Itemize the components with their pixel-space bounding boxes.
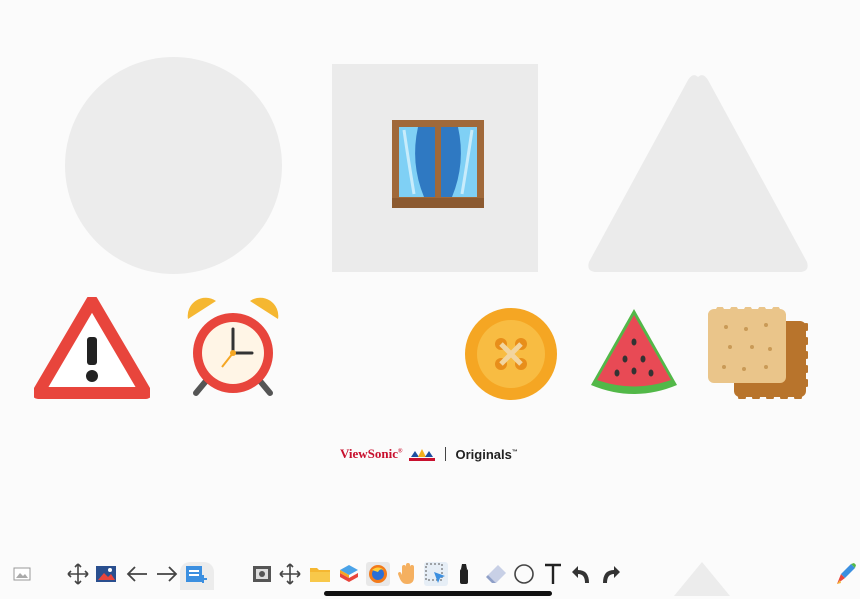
folder-icon[interactable] — [308, 562, 332, 586]
eraser-icon[interactable] — [484, 562, 508, 586]
circle-target-shape[interactable] — [65, 57, 282, 274]
watermelon-icon[interactable] — [589, 307, 679, 397]
home-indicator[interactable] — [324, 591, 552, 596]
background-icon[interactable] — [94, 562, 118, 586]
alarm-clock-icon[interactable] — [182, 297, 284, 399]
arrow-left-icon[interactable] — [125, 562, 149, 586]
pen-colors-icon[interactable] — [834, 562, 858, 586]
birds-logo-icon — [408, 449, 435, 461]
pan-icon[interactable] — [278, 562, 302, 586]
marker-icon[interactable] — [452, 562, 476, 586]
image-icon[interactable] — [10, 562, 34, 586]
text-icon[interactable] — [541, 562, 565, 586]
undo-icon[interactable] — [570, 562, 594, 586]
warning-sign-icon[interactable] — [34, 297, 150, 400]
triangle-target-shape[interactable] — [585, 72, 811, 272]
move-icon[interactable] — [66, 562, 90, 586]
button-icon[interactable] — [463, 306, 559, 402]
select-icon[interactable] — [424, 562, 448, 586]
cloud-apps-icon[interactable] — [337, 562, 361, 586]
crackers-icon[interactable] — [706, 307, 808, 399]
screenshot-icon[interactable] — [250, 562, 274, 586]
redo-icon[interactable] — [598, 562, 622, 586]
brand-divider — [444, 447, 446, 461]
square-target-shape[interactable] — [332, 64, 538, 272]
bottom-toolbar — [0, 556, 860, 592]
add-page-icon[interactable] — [184, 562, 208, 586]
hand-icon[interactable] — [395, 562, 419, 586]
browser-icon[interactable] — [366, 562, 390, 586]
brand-name: ViewSonic® — [340, 446, 403, 461]
whiteboard-canvas[interactable]: ViewSonic® Originals™ — [0, 0, 860, 599]
brand-logo: ViewSonic® Originals™ — [340, 444, 518, 464]
circle-shape-icon[interactable] — [512, 562, 536, 586]
arrow-right-icon[interactable] — [155, 562, 179, 586]
brand-product: Originals™ — [455, 446, 518, 462]
window-icon[interactable] — [390, 118, 486, 210]
